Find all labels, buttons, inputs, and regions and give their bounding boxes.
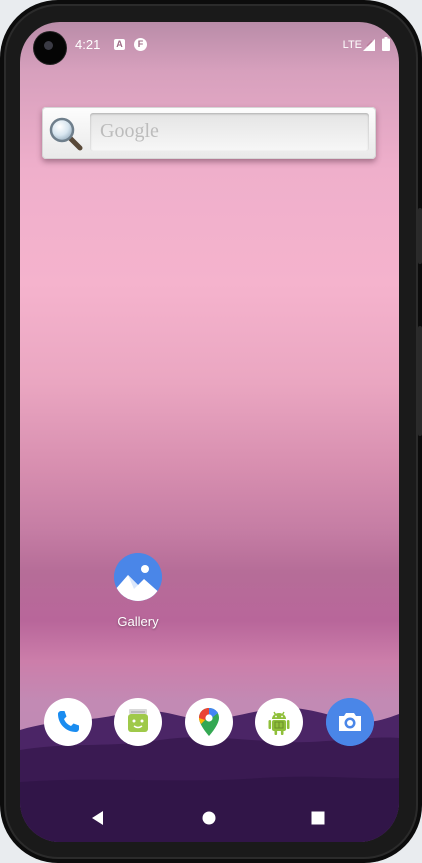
home-button[interactable]: [199, 808, 219, 828]
search-icon: [49, 117, 83, 151]
phone-icon: [58, 711, 79, 732]
camera-lens: [44, 41, 53, 50]
android-app-icon[interactable]: [255, 698, 303, 746]
camera-app-icon[interactable]: [326, 698, 374, 746]
battery-icon: [382, 37, 390, 51]
recents-button[interactable]: [308, 808, 328, 828]
status-time: 4:21: [75, 37, 101, 52]
android-icon: [268, 711, 290, 735]
phone-app-icon[interactable]: [44, 698, 92, 746]
maps-icon: [199, 708, 219, 736]
power-button: [418, 326, 422, 436]
messaging-app-icon[interactable]: [114, 698, 162, 746]
volume-button: [418, 208, 422, 264]
messaging-icon: [128, 709, 148, 732]
network-type: LTE: [342, 39, 362, 51]
front-camera: [34, 32, 66, 64]
back-button[interactable]: [88, 808, 108, 828]
notification-a-icon: A: [114, 39, 125, 50]
google-search-widget[interactable]: Google: [42, 107, 376, 159]
search-input[interactable]: Google: [90, 113, 369, 151]
camera-icon: [326, 698, 374, 746]
gallery-icon: [114, 553, 162, 601]
maps-app-icon[interactable]: [185, 698, 233, 746]
notification-f-icon: F: [134, 38, 147, 51]
phone-frame: 4:21 A F LTE Google Gallery: [0, 0, 422, 863]
home-screen: 4:21 A F LTE Google Gallery: [20, 22, 399, 842]
gallery-app-icon[interactable]: [114, 553, 162, 601]
status-bar: 4:21 A F LTE: [20, 22, 399, 70]
signal-icon: [363, 39, 375, 51]
search-placeholder: Google: [100, 120, 159, 142]
gallery-app-label[interactable]: Gallery: [98, 614, 178, 629]
